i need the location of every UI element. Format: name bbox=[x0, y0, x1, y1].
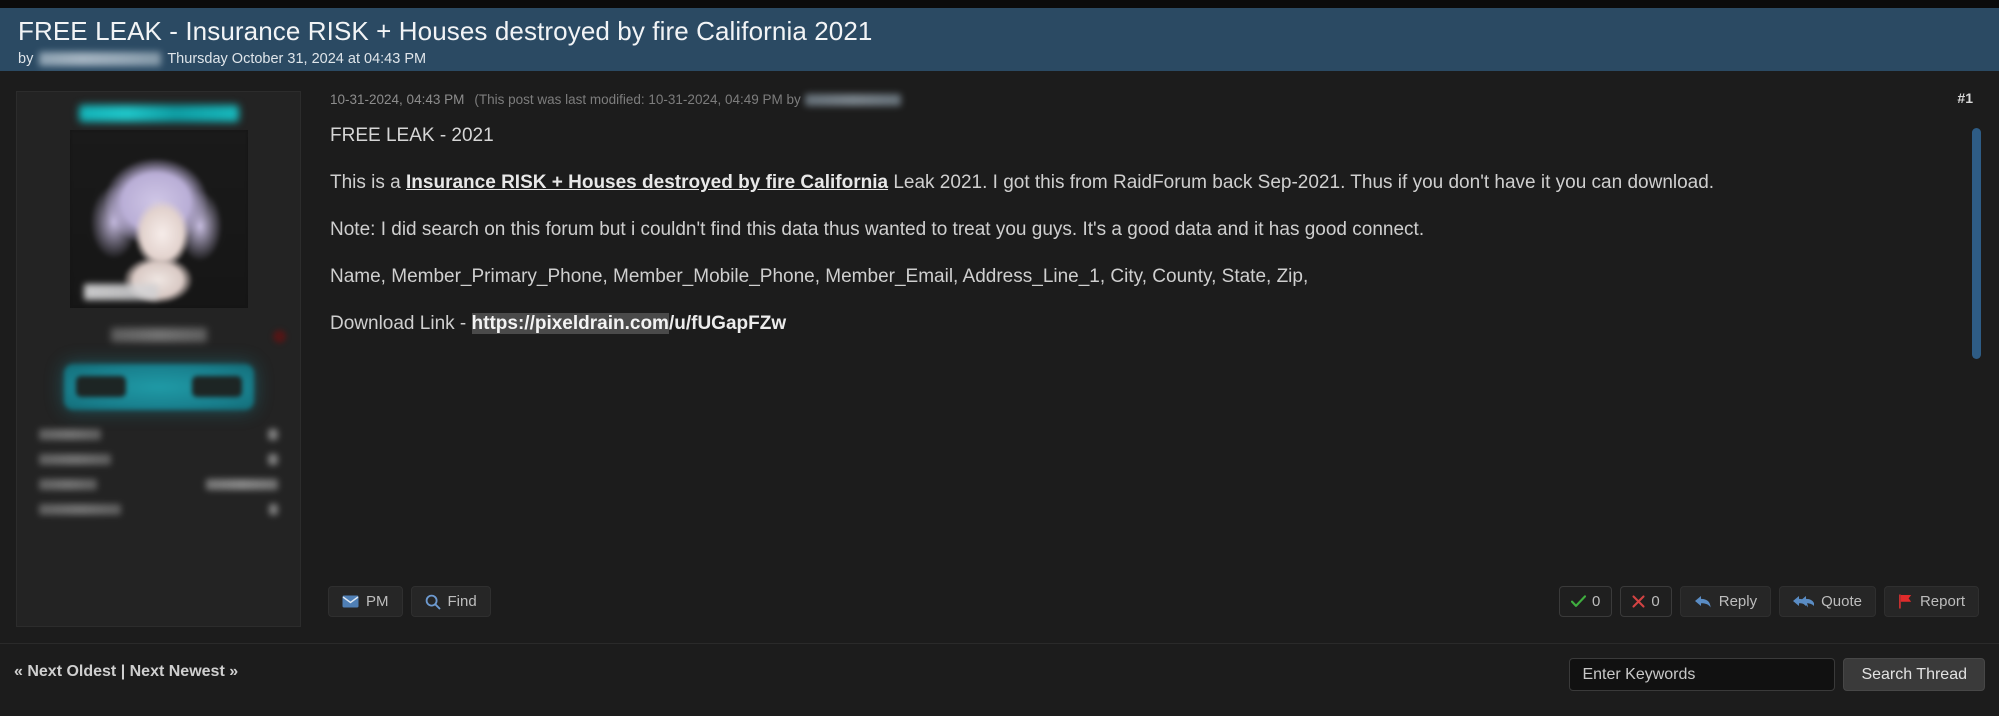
author-username[interactable] bbox=[17, 98, 300, 128]
post-paragraph-intro: This is a Insurance RISK + Houses destro… bbox=[330, 170, 1939, 196]
thread-navigation-links[interactable]: « Next Oldest | Next Newest » bbox=[14, 663, 238, 681]
find-button-label: Find bbox=[447, 593, 477, 610]
intro-suffix: Leak 2021. I got this from RaidForum bac… bbox=[888, 172, 1715, 193]
download-url-selected: https://pixeldrain.com bbox=[471, 313, 669, 334]
stat-row bbox=[39, 472, 278, 497]
find-button[interactable]: Find bbox=[410, 586, 491, 617]
stat-label-redacted bbox=[39, 454, 111, 465]
thread-footer: « Next Oldest | Next Newest » Search Thr… bbox=[0, 643, 1999, 716]
thread-author-redacted[interactable] bbox=[39, 52, 162, 66]
search-input[interactable] bbox=[1569, 658, 1836, 691]
post-edit-note: (This post was last modified: 10-31-2024… bbox=[474, 92, 801, 107]
stat-value-redacted bbox=[268, 454, 278, 465]
search-thread-button[interactable]: Search Thread bbox=[1843, 658, 1985, 691]
flag-icon bbox=[1898, 594, 1913, 609]
thread-body: 10-31-2024, 04:43 PM (This post was last… bbox=[0, 71, 1999, 643]
post-heading: FREE LEAK - 2021 bbox=[330, 125, 494, 146]
post-meta: 10-31-2024, 04:43 PM (This post was last… bbox=[330, 92, 901, 107]
reply-button[interactable]: Reply bbox=[1679, 586, 1772, 617]
stat-row bbox=[39, 422, 278, 447]
avatar[interactable] bbox=[69, 130, 248, 308]
post-actions-left: PM Find bbox=[328, 586, 491, 617]
author-rank-row bbox=[17, 320, 300, 354]
stat-label-redacted bbox=[39, 429, 101, 440]
upvote-count: 0 bbox=[1592, 593, 1601, 610]
post-paragraph-note: Note: I did search on this forum but i c… bbox=[330, 219, 1425, 240]
leak-name-emphasis: Insurance RISK + Houses destroyed by fir… bbox=[406, 172, 889, 193]
page-top-edge bbox=[0, 0, 1999, 8]
download-link[interactable]: https://pixeldrain.com/u/fUGapFZw bbox=[471, 313, 787, 334]
download-label: Download Link - bbox=[330, 313, 472, 334]
forum-thread-page: FREE LEAK - Insurance RISK + Houses dest… bbox=[0, 0, 1999, 716]
check-icon bbox=[1571, 595, 1587, 608]
pm-button[interactable]: PM bbox=[328, 586, 403, 617]
reply-button-label: Reply bbox=[1718, 593, 1758, 610]
post-timestamp: 10-31-2024, 04:43 PM bbox=[330, 92, 465, 107]
report-button-label: Report bbox=[1919, 593, 1965, 610]
post-content: FREE LEAK - 2021 This is a Insurance RIS… bbox=[330, 123, 1939, 423]
quote-arrows-icon bbox=[1793, 595, 1815, 609]
author-badge bbox=[63, 364, 254, 410]
quote-button-label: Quote bbox=[1821, 593, 1862, 610]
post-paragraph-download: Download Link - https://pixeldrain.com/u… bbox=[330, 311, 1939, 337]
post-actions-right: 0 0 Reply Quote Report bbox=[1559, 586, 1979, 617]
post-editor-redacted[interactable] bbox=[804, 93, 901, 106]
download-url-rest: /u/fUGapFZw bbox=[668, 313, 787, 334]
report-button[interactable]: Report bbox=[1883, 586, 1979, 617]
pm-button-label: PM bbox=[366, 593, 389, 610]
stat-label-redacted bbox=[39, 504, 121, 515]
post-scrollbar-thumb[interactable] bbox=[1972, 128, 1981, 359]
page-title: FREE LEAK - Insurance RISK + Houses dest… bbox=[18, 16, 873, 46]
thread-byline: by Thursday October 31, 2024 at 04:43 PM bbox=[18, 49, 1999, 69]
thread-search: Search Thread bbox=[1569, 658, 1985, 691]
post-paragraph-fields: Name, Member_Primary_Phone, Member_Mobil… bbox=[330, 266, 1309, 287]
stat-value-redacted bbox=[269, 504, 278, 515]
quote-button[interactable]: Quote bbox=[1779, 586, 1876, 617]
avatar-image bbox=[69, 130, 248, 308]
stat-row bbox=[39, 447, 278, 472]
reply-arrow-icon bbox=[1694, 595, 1712, 609]
stat-value-redacted bbox=[268, 429, 278, 440]
thread-timestamp: Thursday October 31, 2024 at 04:43 PM bbox=[167, 51, 427, 67]
post-scrollbar-track[interactable] bbox=[1972, 123, 1981, 423]
intro-prefix: This is a bbox=[330, 172, 407, 193]
post-number[interactable]: #1 bbox=[1957, 90, 1973, 106]
author-stats bbox=[17, 422, 300, 522]
author-rank-redacted bbox=[110, 328, 207, 342]
stat-row bbox=[39, 497, 278, 522]
x-icon bbox=[1632, 595, 1645, 608]
post-author-card bbox=[16, 91, 301, 627]
by-label: by bbox=[18, 51, 34, 67]
status-dot-icon bbox=[273, 330, 286, 343]
thread-header: FREE LEAK - Insurance RISK + Houses dest… bbox=[0, 8, 1999, 71]
post: 10-31-2024, 04:43 PM (This post was last… bbox=[318, 71, 1999, 643]
search-icon bbox=[425, 594, 441, 610]
envelope-icon bbox=[342, 595, 359, 608]
stat-value-redacted bbox=[206, 479, 278, 490]
downvote-button[interactable]: 0 bbox=[1620, 586, 1672, 617]
author-username-redacted bbox=[78, 104, 239, 122]
upvote-button[interactable]: 0 bbox=[1559, 586, 1613, 617]
stat-label-redacted bbox=[39, 479, 97, 490]
downvote-count: 0 bbox=[1651, 593, 1660, 610]
